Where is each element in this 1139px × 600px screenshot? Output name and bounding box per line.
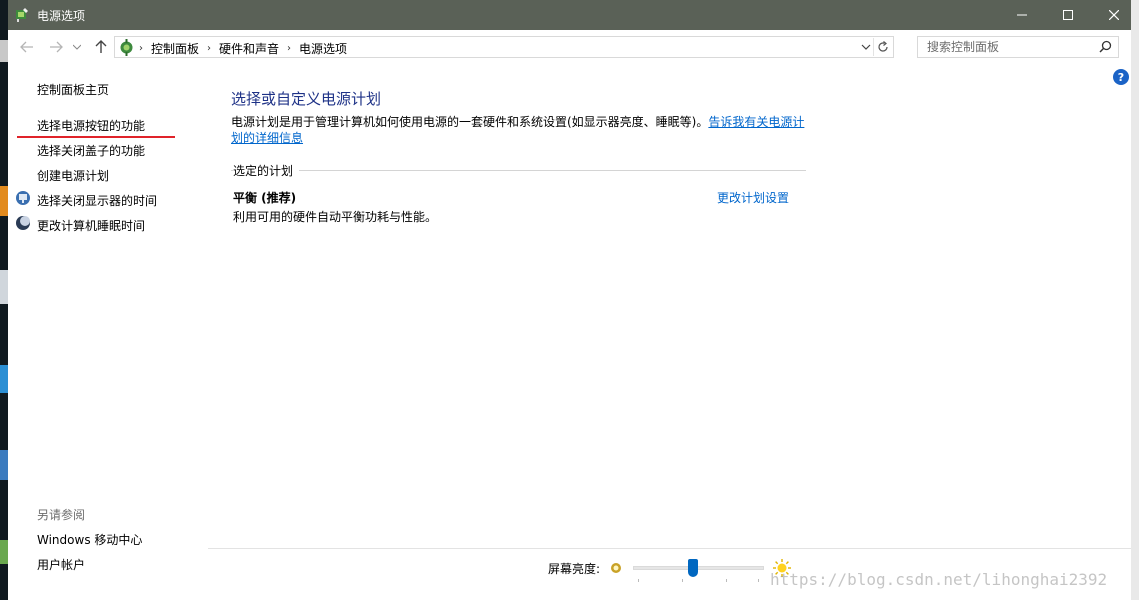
choose-display-off-link[interactable]: 选择关闭显示器的时间 bbox=[37, 192, 157, 209]
up-button[interactable] bbox=[91, 38, 111, 56]
recent-locations-button[interactable] bbox=[70, 38, 84, 56]
brightness-low-icon bbox=[611, 563, 621, 573]
power-options-window: 电源选项 › 控制面板 › 硬件和声音 › 电源选项 搜索控制面板 ? 控制面板… bbox=[8, 0, 1139, 600]
breadcrumb: › 控制面板 › 硬件和声音 › 电源选项 bbox=[139, 40, 347, 57]
annotation-underline bbox=[17, 136, 175, 138]
breadcrumb-separator[interactable]: › bbox=[287, 43, 291, 54]
back-button[interactable] bbox=[17, 38, 37, 56]
display-off-icon bbox=[16, 191, 30, 205]
breadcrumb-power-options[interactable]: 电源选项 bbox=[299, 40, 347, 57]
slider-tick bbox=[638, 579, 639, 582]
slider-tick bbox=[726, 579, 727, 582]
chevron-down-icon bbox=[861, 44, 871, 50]
search-box bbox=[917, 36, 1119, 58]
up-arrow-icon bbox=[95, 40, 107, 53]
minimize-icon bbox=[1017, 14, 1027, 16]
watermark-text: https://blog.csdn.net/lihonghai2392 bbox=[770, 570, 1108, 589]
refresh-button[interactable] bbox=[873, 38, 891, 56]
sleep-moon-icon bbox=[16, 216, 30, 230]
slider-tick bbox=[758, 579, 759, 582]
slider-ticks bbox=[638, 579, 759, 583]
group-divider bbox=[231, 170, 806, 171]
maximize-icon bbox=[1063, 10, 1073, 20]
control-panel-icon bbox=[120, 39, 133, 56]
desktop-edge bbox=[1131, 0, 1139, 600]
breadcrumb-control-panel[interactable]: 控制面板 bbox=[151, 40, 199, 57]
plan-description: 利用可用的硬件自动平衡功耗与性能。 bbox=[233, 210, 438, 224]
change-sleep-time-link[interactable]: 更改计算机睡眠时间 bbox=[37, 217, 145, 234]
control-panel-home-link[interactable]: 控制面板主页 bbox=[37, 81, 109, 98]
brightness-slider[interactable] bbox=[633, 559, 764, 577]
search-button[interactable] bbox=[1099, 40, 1112, 56]
desktop-background bbox=[0, 0, 8, 600]
help-icon: ? bbox=[1117, 70, 1125, 84]
page-description: 电源计划是用于管理计算机如何使用电源的一套硬件和系统设置(如显示器亮度、睡眠等)… bbox=[231, 114, 811, 146]
description-text: 电源计划是用于管理计算机如何使用电源的一套硬件和系统设置(如显示器亮度、睡眠等)… bbox=[231, 115, 709, 129]
selected-plan-group: 选定的计划 bbox=[231, 162, 806, 179]
breadcrumb-hardware-sound[interactable]: 硬件和声音 bbox=[219, 40, 279, 57]
navigation-bar: › 控制面板 › 硬件和声音 › 电源选项 bbox=[8, 30, 1139, 64]
title-bar: 电源选项 bbox=[8, 0, 1139, 30]
search-icon bbox=[1099, 40, 1112, 53]
choose-power-button-link[interactable]: 选择电源按钮的功能 bbox=[37, 117, 145, 134]
close-icon bbox=[1109, 10, 1119, 20]
breadcrumb-separator: › bbox=[139, 43, 143, 54]
create-power-plan-link[interactable]: 创建电源计划 bbox=[37, 167, 109, 184]
forward-arrow-icon bbox=[50, 41, 63, 53]
windows-mobility-center-link[interactable]: Windows 移动中心 bbox=[37, 531, 142, 548]
slider-tick bbox=[682, 579, 683, 582]
brightness-label: 屏幕亮度: bbox=[548, 562, 601, 576]
address-bar[interactable]: › 控制面板 › 硬件和声音 › 电源选项 bbox=[114, 36, 894, 58]
see-also-heading: 另请参阅 bbox=[37, 508, 86, 522]
search-input[interactable] bbox=[918, 37, 1096, 57]
user-accounts-link[interactable]: 用户帐户 bbox=[37, 556, 85, 573]
page-title: 选择或自定义电源计划 bbox=[231, 90, 382, 108]
minimize-button[interactable] bbox=[999, 0, 1045, 30]
back-arrow-icon bbox=[20, 41, 33, 53]
left-navigation-pane: 控制面板主页 选择电源按钮的功能 选择关闭盖子的功能 创建电源计划 选择关闭显示… bbox=[8, 64, 208, 600]
brightness-slider-thumb[interactable] bbox=[688, 559, 698, 577]
breadcrumb-separator[interactable]: › bbox=[207, 43, 211, 54]
plan-name: 平衡 (推荐) bbox=[233, 191, 297, 205]
forward-button[interactable] bbox=[46, 38, 66, 56]
maximize-button[interactable] bbox=[1045, 0, 1091, 30]
group-label: 选定的计划 bbox=[233, 162, 300, 179]
address-history-button[interactable] bbox=[861, 41, 871, 56]
power-options-icon bbox=[16, 8, 28, 22]
change-plan-settings-link[interactable]: 更改计划设置 bbox=[717, 189, 789, 206]
help-button[interactable]: ? bbox=[1113, 69, 1129, 85]
refresh-icon bbox=[877, 41, 888, 52]
chevron-down-icon bbox=[73, 44, 81, 50]
choose-lid-action-link[interactable]: 选择关闭盖子的功能 bbox=[37, 142, 145, 159]
window-title: 电源选项 bbox=[37, 9, 86, 23]
